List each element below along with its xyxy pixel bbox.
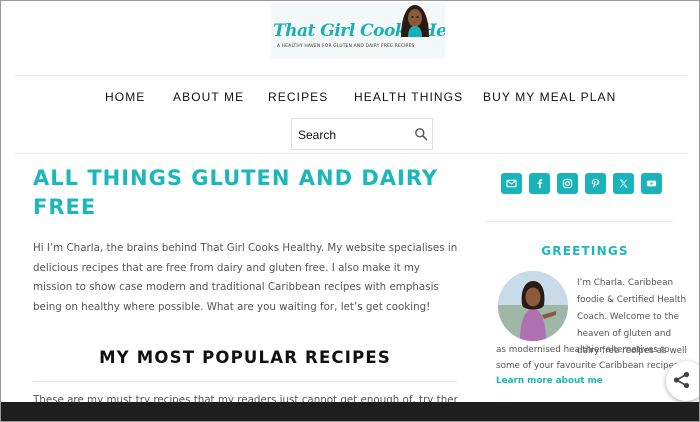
header-divider bbox=[15, 75, 687, 76]
intro-paragraph: Hi I’m Charla, the brains behind That Gi… bbox=[33, 242, 458, 313]
page: That Girl Cooks Healthy A HEALTHY HAVEN … bbox=[0, 0, 700, 422]
page-title: ALL THINGS GLUTEN AND DAIRY FREE bbox=[33, 166, 439, 219]
youtube-icon[interactable] bbox=[641, 173, 662, 194]
facebook-icon[interactable] bbox=[529, 173, 550, 194]
search-input[interactable] bbox=[298, 125, 408, 145]
nav-item-buy-my-meal-plan[interactable]: BUY MY MEAL PLAN bbox=[483, 90, 616, 104]
bottom-ad-bar bbox=[1, 402, 699, 421]
pinterest-icon[interactable] bbox=[585, 173, 606, 194]
author-avatar bbox=[498, 271, 568, 341]
author-bio-text: as modernised healthier alternatives to … bbox=[496, 345, 682, 371]
nav-item-recipes[interactable]: RECIPES bbox=[268, 90, 328, 104]
nav-divider bbox=[15, 153, 687, 154]
share-button[interactable] bbox=[666, 361, 699, 401]
sidebar-divider bbox=[485, 221, 673, 222]
site-logo[interactable]: That Girl Cooks Healthy A HEALTHY HAVEN … bbox=[271, 3, 445, 59]
instagram-icon[interactable] bbox=[557, 173, 578, 194]
logo-tagline: A HEALTHY HAVEN FOR GLUTEN AND DAIRY FRE… bbox=[277, 44, 415, 49]
search-box bbox=[291, 118, 433, 150]
section-divider bbox=[33, 381, 457, 382]
logo-woman-illustration bbox=[401, 5, 429, 37]
nav-item-home[interactable]: HOME bbox=[105, 90, 145, 104]
popular-recipes-heading: MY MOST POPULAR RECIPES bbox=[99, 348, 391, 367]
main-nav: HOME ABOUT ME RECIPES HEALTH THINGS BUY … bbox=[1, 90, 699, 108]
author-photo bbox=[498, 271, 568, 341]
author-bio-continued: as modernised healthier alternatives to … bbox=[496, 343, 690, 390]
learn-more-link[interactable]: Learn more about me bbox=[496, 376, 603, 386]
x-icon[interactable] bbox=[613, 173, 634, 194]
nav-item-about-me[interactable]: ABOUT ME bbox=[173, 90, 244, 104]
search-icon[interactable] bbox=[414, 127, 428, 141]
email-icon[interactable] bbox=[501, 173, 522, 194]
nav-item-health-things[interactable]: HEALTH THINGS bbox=[354, 90, 463, 104]
greetings-heading: GREETINGS bbox=[541, 244, 629, 258]
share-icon bbox=[673, 371, 690, 389]
